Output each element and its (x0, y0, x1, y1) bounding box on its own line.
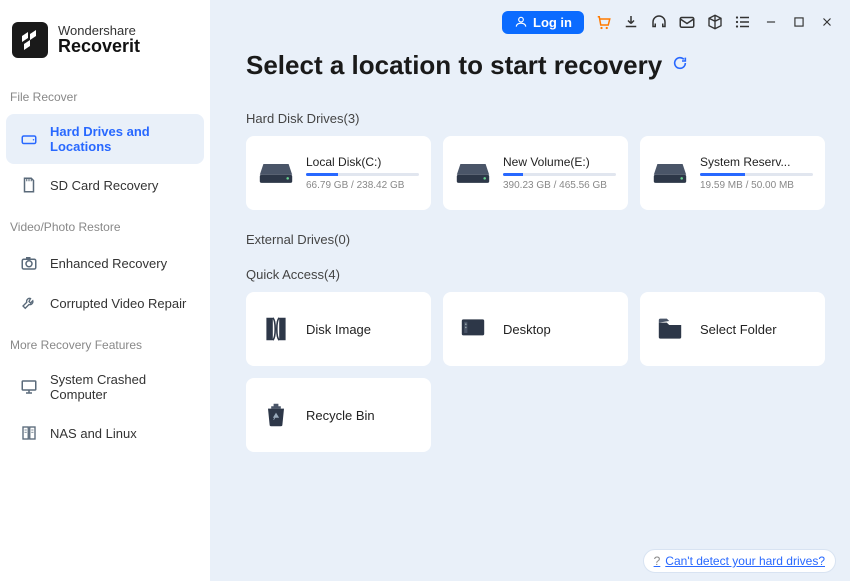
sd-icon (20, 176, 38, 194)
drive-icon (455, 159, 491, 187)
quick-access-folder[interactable]: Select Folder (640, 292, 825, 366)
main-panel: Log in Select a location to start recove… (210, 0, 850, 581)
drive-icon (20, 130, 38, 148)
sidebar-item-label: Corrupted Video Repair (50, 296, 186, 311)
refresh-icon[interactable] (672, 55, 688, 76)
sidebar-item-monitor[interactable]: System Crashed Computer (6, 362, 204, 412)
diskimage-icon (260, 313, 292, 345)
cube-icon[interactable] (706, 13, 724, 31)
sidebar-item-label: SD Card Recovery (50, 178, 158, 193)
quick-access-label: Recycle Bin (306, 408, 375, 423)
quick-access-diskimage[interactable]: Disk Image (246, 292, 431, 366)
headset-icon[interactable] (650, 13, 668, 31)
titlebar: Log in (246, 0, 850, 36)
sidebar-item-drive[interactable]: Hard Drives and Locations (6, 114, 204, 164)
nas-icon (20, 424, 38, 442)
recycle-icon (260, 399, 292, 431)
sidebar-item-camera[interactable]: Enhanced Recovery (6, 244, 204, 282)
quick-access-desktop[interactable]: Desktop (443, 292, 628, 366)
close-icon[interactable] (818, 13, 836, 31)
minimize-icon[interactable] (762, 13, 780, 31)
sidebar-item-label: NAS and Linux (50, 426, 137, 441)
brand-icon (12, 22, 48, 58)
quick-access-recycle[interactable]: Recycle Bin (246, 378, 431, 452)
drive-card[interactable]: New Volume(E:) 390.23 GB / 465.56 GB (443, 136, 628, 210)
list-icon[interactable] (734, 13, 752, 31)
camera-icon (20, 254, 38, 272)
help-link[interactable]: ? Can't detect your hard drives? (643, 549, 836, 573)
sidebar-item-nas[interactable]: NAS and Linux (6, 414, 204, 452)
cart-icon[interactable] (594, 13, 612, 31)
sidebar-group-label: Video/Photo Restore (0, 206, 210, 242)
drive-capacity: 390.23 GB / 465.56 GB (503, 180, 616, 191)
quick-access-label: Desktop (503, 322, 551, 337)
drive-capacity: 19.59 MB / 50.00 MB (700, 180, 813, 191)
sidebar: Wondershare Recoverit File Recover Hard D… (0, 0, 210, 581)
drive-progress (700, 173, 813, 176)
sidebar-group-label: File Recover (0, 76, 210, 112)
section-title-quick: Quick Access(4) (246, 257, 850, 292)
maximize-icon[interactable] (790, 13, 808, 31)
drive-card[interactable]: System Reserv... 19.59 MB / 50.00 MB (640, 136, 825, 210)
brand-text-line2: Recoverit (58, 36, 140, 57)
help-icon: ? (654, 554, 661, 568)
quick-access-label: Select Folder (700, 322, 777, 337)
drive-progress (503, 173, 616, 176)
drive-progress (306, 173, 419, 176)
drive-icon (652, 159, 688, 187)
download-icon[interactable] (622, 13, 640, 31)
sidebar-item-sd[interactable]: SD Card Recovery (6, 166, 204, 204)
brand: Wondershare Recoverit (0, 16, 210, 76)
drive-icon (258, 159, 294, 187)
wrench-icon (20, 294, 38, 312)
sidebar-item-wrench[interactable]: Corrupted Video Repair (6, 284, 204, 322)
mail-icon[interactable] (678, 13, 696, 31)
drive-name: New Volume(E:) (503, 155, 616, 169)
drive-card[interactable]: Local Disk(C:) 66.79 GB / 238.42 GB (246, 136, 431, 210)
sidebar-group-label: More Recovery Features (0, 324, 210, 360)
user-icon (514, 15, 528, 29)
section-title-ext: External Drives(0) (246, 210, 850, 257)
page-title: Select a location to start recovery (246, 36, 850, 89)
drive-capacity: 66.79 GB / 238.42 GB (306, 180, 419, 191)
desktop-icon (457, 313, 489, 345)
drive-name: Local Disk(C:) (306, 155, 419, 169)
sidebar-item-label: Enhanced Recovery (50, 256, 167, 271)
quick-access-label: Disk Image (306, 322, 371, 337)
login-button[interactable]: Log in (502, 11, 584, 34)
drive-name: System Reserv... (700, 155, 813, 169)
sidebar-item-label: Hard Drives and Locations (50, 124, 190, 154)
section-title-hdd: Hard Disk Drives(3) (246, 89, 850, 136)
monitor-icon (20, 378, 38, 396)
folder-icon (654, 313, 686, 345)
sidebar-item-label: System Crashed Computer (50, 372, 190, 402)
